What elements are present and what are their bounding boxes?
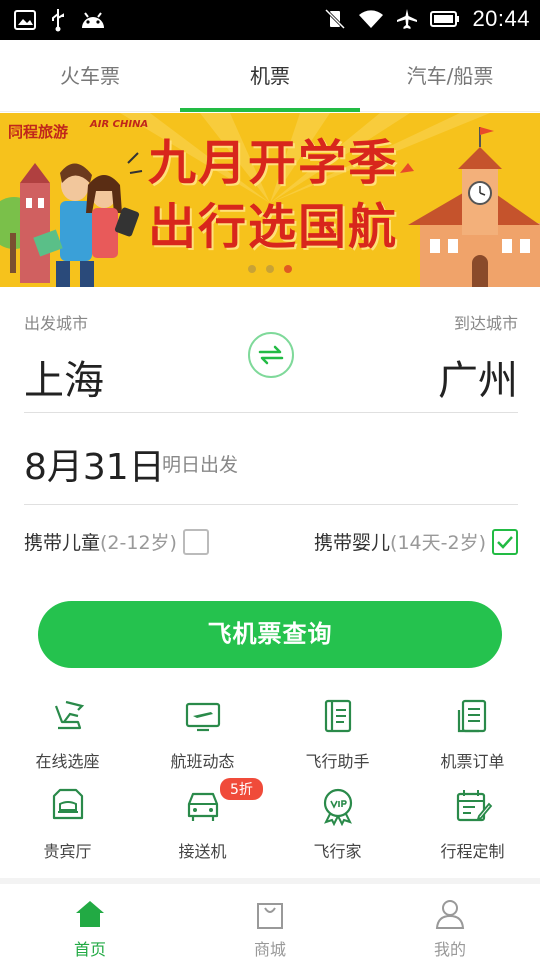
banner-title-line1: 九月开学季 <box>148 135 399 191</box>
clock-time: 20:44 <box>472 6 530 31</box>
service-label: 机票订单 <box>440 752 505 771</box>
departure-city-field[interactable]: 上海 <box>24 348 104 406</box>
order-list-icon <box>457 699 486 733</box>
tab-bus-ship[interactable]: 汽车/船票 <box>360 40 540 111</box>
arrival-city-field[interactable]: 广州 <box>438 348 518 406</box>
android-icon <box>82 12 104 28</box>
child-option[interactable]: 携带儿童 (2-12岁) <box>24 528 209 555</box>
service-label: 航班动态 <box>170 752 235 771</box>
pager-dot[interactable] <box>248 265 256 273</box>
child-option-label: 携带儿童 <box>24 532 101 554</box>
nav-mine[interactable]: 我的 <box>360 884 540 960</box>
battery-icon <box>430 11 460 27</box>
arrival-city-label: 到达城市 <box>453 314 518 333</box>
service-flyer[interactable]: 飞行家 <box>270 786 405 862</box>
service-label: 贵宾厅 <box>43 842 92 861</box>
service-vip-lounge[interactable]: 贵宾厅 <box>0 786 135 862</box>
air-china-logo: AIR CHINA <box>90 119 149 130</box>
infant-checkbox[interactable] <box>492 528 518 555</box>
service-ticket-orders[interactable]: 机票订单 <box>405 696 540 772</box>
nav-mall[interactable]: 商城 <box>180 884 360 960</box>
promo-banner[interactable]: 同程旅游 AIR CHINA 九月开学季 出行选国航 <box>0 113 540 287</box>
child-checkbox[interactable] <box>182 528 209 555</box>
vip-badge-icon <box>323 788 352 827</box>
child-age-range: (2-12岁) <box>100 532 177 554</box>
divider <box>24 504 518 505</box>
status-bar: 20:44 <box>0 0 540 40</box>
tab-train[interactable]: 火车票 <box>0 40 180 111</box>
banner-pager-dots <box>248 265 292 273</box>
departure-date-field[interactable]: 8月31日 <box>24 438 165 490</box>
calendar-edit-icon <box>456 790 492 822</box>
service-label: 接送机 <box>178 842 227 861</box>
service-flight-status[interactable]: 航班动态 <box>135 696 270 772</box>
nav-label: 首页 <box>73 940 106 959</box>
service-seat-selection[interactable]: 在线选座 <box>0 696 135 772</box>
car-icon <box>187 792 218 821</box>
ticket-type-tabs: 火车票 机票 汽车/船票 <box>0 40 540 112</box>
swap-arrows-icon <box>258 345 284 365</box>
swap-cities-button[interactable] <box>248 332 294 378</box>
pager-dot[interactable] <box>266 265 274 273</box>
lounge-icon <box>52 788 83 820</box>
infant-option-label: 携带婴儿 <box>314 532 391 554</box>
nav-label: 商城 <box>253 940 286 959</box>
airplane-icon <box>397 9 418 29</box>
tongcheng-logo: 同程旅游 <box>8 123 69 141</box>
banner-title-line2: 出行选国航 <box>148 199 399 255</box>
service-flight-assistant[interactable]: 飞行助手 <box>270 696 405 772</box>
infant-age-range: (14天-2岁) <box>390 532 486 554</box>
tab-flight[interactable]: 机票 <box>180 40 360 112</box>
flight-status-icon <box>185 702 220 732</box>
tongcheng-logo-icon <box>10 126 22 135</box>
infant-option[interactable]: 携带婴儿 (14天-2岁) <box>314 528 518 555</box>
departure-city-label: 出发城市 <box>24 314 89 333</box>
service-label: 飞行家 <box>313 842 362 861</box>
discount-badge: 5折 <box>220 778 263 800</box>
assistant-book-icon <box>324 699 351 733</box>
checkmark-icon <box>497 535 513 549</box>
usb-icon <box>52 9 64 32</box>
departure-date-note: 明日出发 <box>162 454 239 476</box>
image-icon <box>14 10 36 30</box>
shopping-bag-icon <box>257 903 283 929</box>
service-label: 飞行助手 <box>305 752 370 771</box>
nav-home[interactable]: 首页 <box>0 884 180 960</box>
service-custom-itinerary[interactable]: 行程定制 <box>405 786 540 862</box>
wifi-icon <box>359 10 384 28</box>
nav-label: 我的 <box>433 940 466 959</box>
home-icon <box>76 901 104 927</box>
divider <box>24 412 518 413</box>
pager-dot-active[interactable] <box>284 265 292 273</box>
user-icon <box>435 900 465 929</box>
vibrate-off-icon <box>325 8 346 30</box>
service-label: 在线选座 <box>35 752 100 771</box>
service-label: 行程定制 <box>440 842 505 861</box>
search-flights-button[interactable]: 飞机票查询 <box>38 601 502 668</box>
bottom-navigation: 首页 商城 我的 <box>0 884 540 960</box>
seat-icon <box>54 700 84 730</box>
